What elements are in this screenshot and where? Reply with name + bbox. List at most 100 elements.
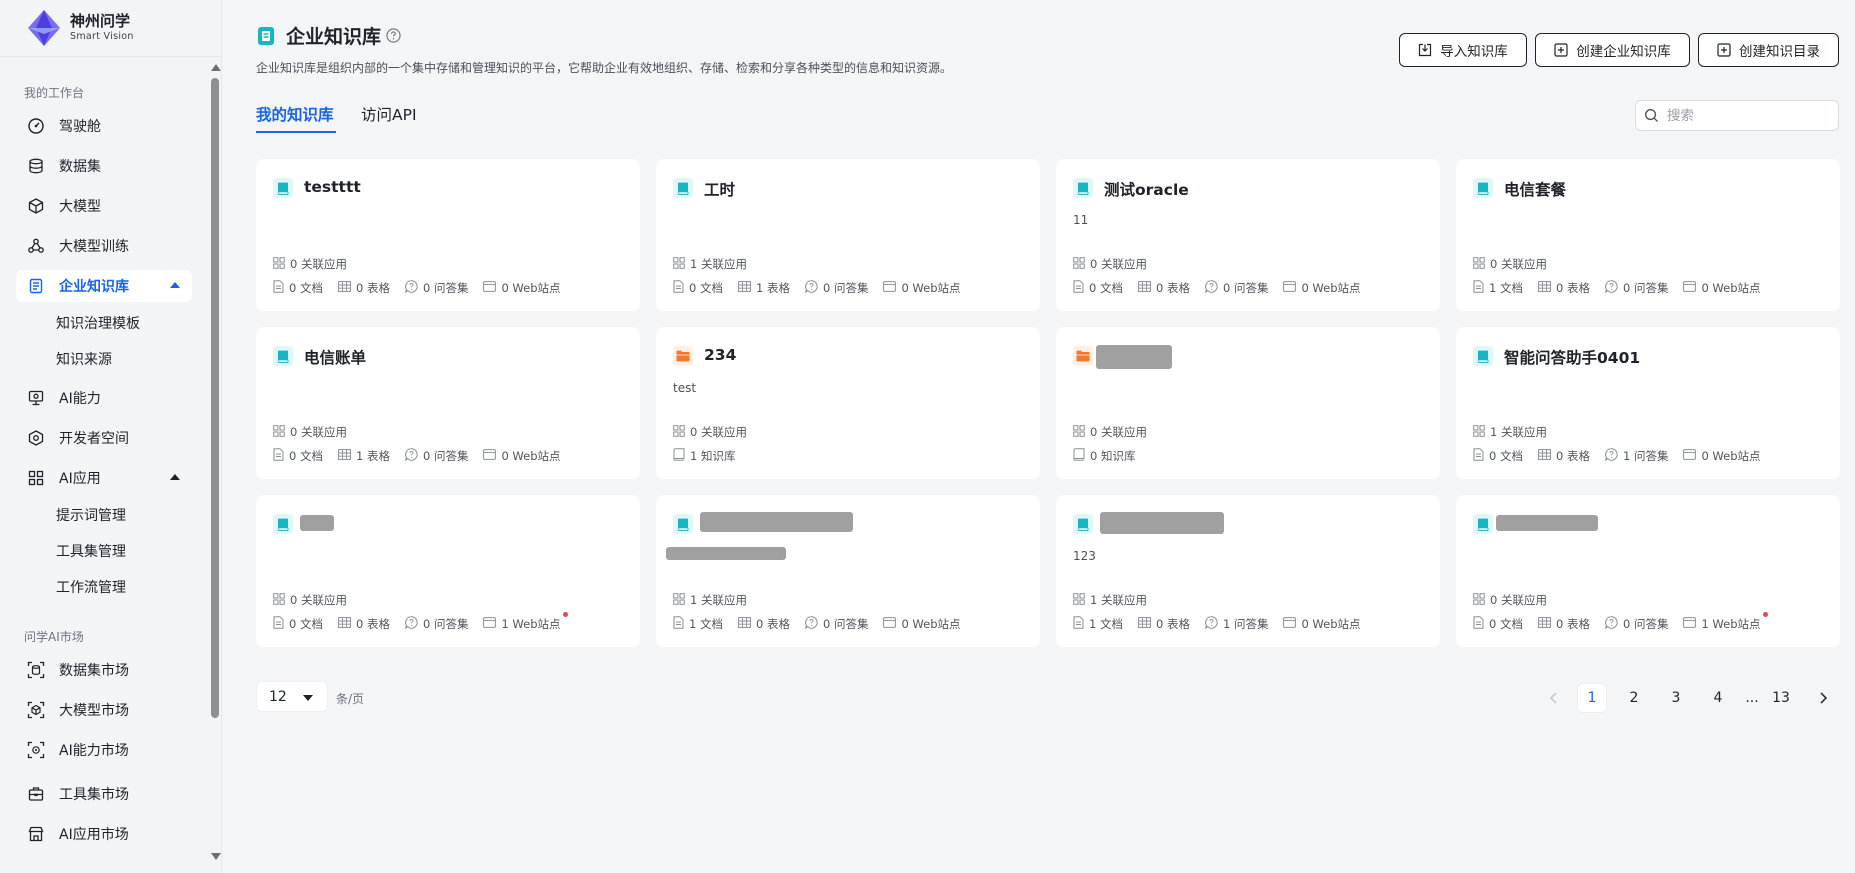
- knowledge-base-card[interactable]: 123 1 关联应用 1 文档 0 表格 1 问答集 0 Web站点: [1056, 495, 1440, 647]
- linked-apps-stat: 0 关联应用: [273, 256, 347, 272]
- search-input[interactable]: [1665, 106, 1829, 125]
- qa-stat: 0 问答集: [804, 280, 868, 296]
- import-kb-button[interactable]: 导入知识库: [1399, 33, 1527, 67]
- page-size-select[interactable]: 12: [256, 681, 328, 712]
- sidebar-item-knowledge-base[interactable]: 企业知识库: [16, 270, 192, 302]
- model-market-icon: [27, 701, 45, 719]
- knowledge-base-card[interactable]: 0 关联应用 0 文档 0 表格 0 问答集 1 Web站点: [1456, 495, 1840, 647]
- qa-stat: 1 问答集: [1604, 448, 1668, 464]
- book-icon: [1073, 178, 1093, 198]
- sidebar-item-dataset-market[interactable]: 数据集市场: [16, 654, 192, 686]
- knowledge-base-card[interactable]: 234 test 0 关联应用 1 知识库: [656, 327, 1040, 479]
- ai-market-icon: [27, 741, 45, 759]
- apps-grid-icon: [1473, 256, 1490, 272]
- docs-stat: 0 文档: [1473, 448, 1523, 464]
- qa-icon: [404, 448, 423, 464]
- knowledge-base-card[interactable]: 测试oracle 11 0 关联应用 0 文档 0 表格 0 问答集 0 Web站点: [1056, 159, 1440, 311]
- web-icon: [483, 617, 501, 631]
- knowledge-base-icon: [258, 26, 274, 45]
- card-stats-apps: 0 关联应用: [273, 592, 362, 608]
- sidebar-subitem-knowledge-source[interactable]: 知识来源: [56, 349, 112, 369]
- card-stats-apps: 1 关联应用: [673, 256, 762, 272]
- search-box[interactable]: [1635, 100, 1839, 131]
- sidebar-item-developer-space[interactable]: 开发者空间: [16, 422, 192, 454]
- sidebar-subitem-workflow-management[interactable]: 工作流管理: [56, 577, 126, 597]
- page-header: 企业知识库: [256, 22, 401, 49]
- stat-label: 1 文档: [689, 617, 723, 631]
- stat-label: 0 文档: [289, 617, 323, 631]
- chevron-up-icon: [170, 282, 180, 288]
- card-stats-apps: 1 关联应用: [1073, 592, 1162, 608]
- book-outline-icon: [1073, 448, 1090, 464]
- knowledge-base-card[interactable]: 0 关联应用 0 知识库: [1056, 327, 1440, 479]
- card-stats-content: 0 文档 0 表格 0 问答集 0 Web站点: [1073, 280, 1376, 296]
- tab-my-knowledge-base[interactable]: 我的知识库: [256, 103, 334, 125]
- stat-label: 1 知识库: [690, 449, 736, 463]
- page-ellipsis[interactable]: ...: [1737, 683, 1767, 713]
- page-13-button[interactable]: 13: [1766, 683, 1796, 713]
- page-3-button[interactable]: 3: [1661, 683, 1691, 713]
- knowledge-base-card[interactable]: testttt 0 关联应用 0 文档 0 表格 0 问答集 0 Web站点: [256, 159, 640, 311]
- page-4-button[interactable]: 4: [1703, 683, 1733, 713]
- sidebar-subitem-governance-template[interactable]: 知识治理模板: [56, 313, 140, 333]
- page-2-button[interactable]: 2: [1619, 683, 1649, 713]
- knowledge-base-card[interactable]: 智能问答助手0401 1 关联应用 0 文档 0 表格 1 问答集 0 Web站点: [1456, 327, 1840, 479]
- knowledge-base-card[interactable]: 电信套餐 0 关联应用 1 文档 0 表格 0 问答集 0 Web站点: [1456, 159, 1840, 311]
- scroll-down-arrow-icon[interactable]: [211, 853, 221, 860]
- cube-icon: [27, 197, 45, 215]
- sidebar-item-cockpit[interactable]: 驾驶舱: [16, 110, 192, 142]
- help-icon[interactable]: [386, 28, 401, 43]
- tables-stat: 0 表格: [338, 280, 390, 296]
- table-icon: [738, 617, 756, 631]
- apps-grid-icon: [673, 256, 690, 272]
- sidebar-item-ai-market[interactable]: AI能力市场: [16, 734, 192, 766]
- sidebar-item-dataset[interactable]: 数据集: [16, 150, 192, 182]
- sidebar-subitem-toolset-management[interactable]: 工具集管理: [56, 541, 126, 561]
- next-page-button[interactable]: [1808, 683, 1838, 713]
- knowledge-base-card[interactable]: 0 关联应用 0 文档 0 表格 0 问答集 1 Web站点: [256, 495, 640, 647]
- page-1-button[interactable]: 1: [1577, 683, 1607, 713]
- book-icon: [273, 178, 293, 198]
- stat-label: 0 表格: [1155, 617, 1190, 631]
- card-title: testttt: [304, 178, 361, 196]
- document-icon: [273, 448, 289, 464]
- table-icon: [1538, 281, 1556, 295]
- sidebar-item-ai-apps[interactable]: AI应用: [16, 462, 192, 494]
- create-directory-button[interactable]: 创建知识目录: [1698, 33, 1839, 67]
- redacted-text: [1096, 345, 1172, 369]
- prev-page-button[interactable]: [1539, 683, 1569, 713]
- sidebar-subitem-prompt-management[interactable]: 提示词管理: [56, 505, 126, 525]
- scroll-up-arrow-icon[interactable]: [211, 64, 221, 71]
- redacted-text: [1100, 512, 1224, 534]
- sidebar-item-llm[interactable]: 大模型: [16, 190, 192, 222]
- card-stats-content: 0 文档 1 表格 0 问答集 0 Web站点: [273, 448, 576, 464]
- developer-icon: [27, 429, 45, 447]
- sidebar-item-ai-capability[interactable]: AI能力: [16, 382, 192, 414]
- linked-apps-stat: 1 关联应用: [673, 256, 747, 272]
- sidebar-item-app-market[interactable]: AI应用市场: [16, 818, 192, 850]
- tab-access-api[interactable]: 访问API: [361, 103, 417, 125]
- sidebar-scrollbar[interactable]: [208, 58, 222, 868]
- knowledge-base-card[interactable]: 电信账单 0 关联应用 0 文档 1 表格 0 问答集 0 Web站点: [256, 327, 640, 479]
- sidebar-item-llm-training[interactable]: 大模型训练: [16, 230, 192, 262]
- card-stats-content: 1 文档 0 表格 0 问答集 0 Web站点: [1473, 280, 1776, 296]
- brand-logo[interactable]: 神州问学 Smart Vision: [24, 8, 134, 48]
- apps-grid-icon: [1473, 592, 1490, 608]
- sidebar-item-model-market[interactable]: 大模型市场: [16, 694, 192, 726]
- knowledge-base-card[interactable]: 1 关联应用 1 文档 0 表格 0 问答集 0 Web站点: [656, 495, 1040, 647]
- tables-stat: 1 表格: [738, 280, 790, 296]
- docs-stat: 0 文档: [673, 280, 723, 296]
- redacted-text: [1496, 515, 1598, 531]
- card-stats-apps: 0 关联应用: [273, 424, 362, 440]
- create-kb-button[interactable]: 创建企业知识库: [1535, 33, 1690, 67]
- sidebar-item-toolbox-market[interactable]: 工具集市场: [16, 778, 192, 810]
- notification-dot: [1762, 612, 1768, 617]
- sidebar-item-label: AI能力市场: [59, 743, 129, 759]
- document-icon: [1473, 616, 1489, 632]
- card-stats-content: 1 文档 0 表格 0 问答集 0 Web站点: [673, 616, 976, 632]
- folder-icon: [1073, 346, 1093, 366]
- knowledge-base-card[interactable]: 工时 1 关联应用 0 文档 1 表格 0 问答集 0 Web站点: [656, 159, 1040, 311]
- scroll-thumb[interactable]: [211, 78, 219, 718]
- stat-label: 1 关联应用: [1490, 425, 1547, 439]
- stat-label: 0 Web站点: [1701, 449, 1761, 463]
